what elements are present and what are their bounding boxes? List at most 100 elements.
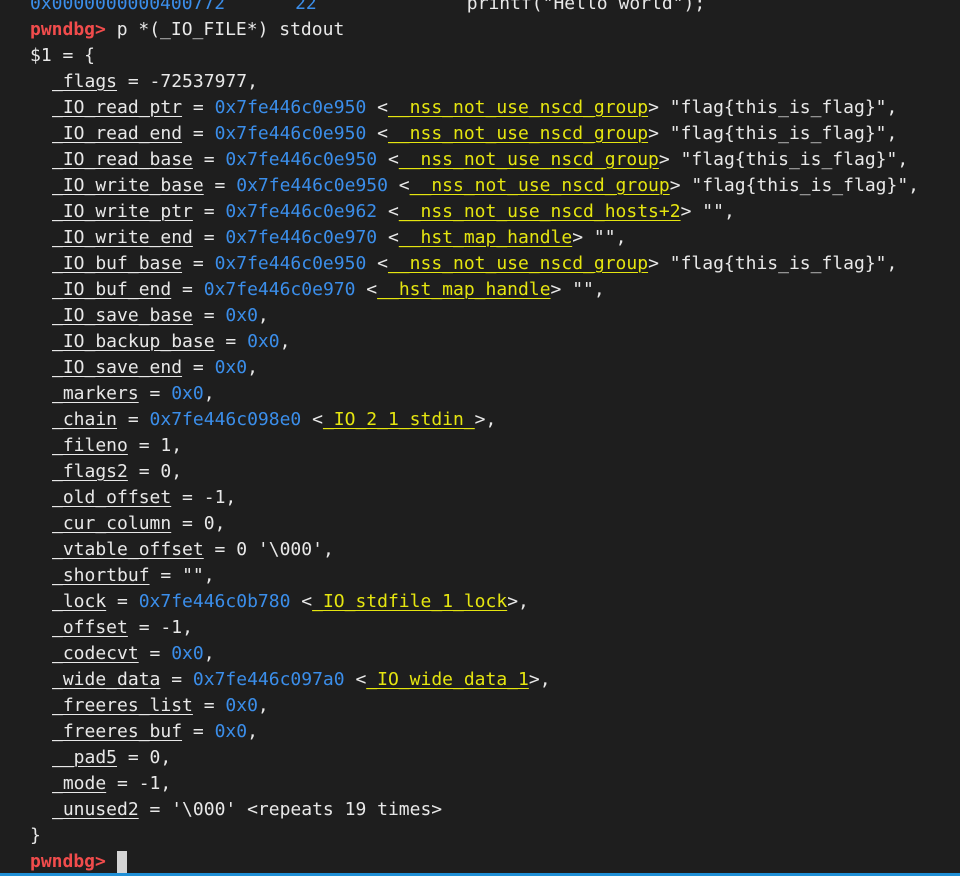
prompt-line[interactable]: pwndbg> <box>0 849 960 875</box>
field-name: _IO_buf_base <box>52 253 183 274</box>
field-value: -1 <box>160 617 183 638</box>
field-string: "flag{this_is_flag}" <box>669 123 887 144</box>
struct-field-line: _mode = -1, <box>52 773 172 794</box>
field-name: _IO_save_end <box>52 357 183 378</box>
command-line: pwndbg> p *(_IO_FILE*) stdout <box>0 17 960 43</box>
result-open-text: $1 = { <box>30 45 96 66</box>
struct-field-line: _IO_write_base = 0x7fe446c0e950 <__nss_n… <box>52 175 920 196</box>
field-name: _IO_write_ptr <box>52 201 193 222</box>
field-address: 0x7fe446c0e950 <box>214 123 367 144</box>
field-symbol: __nss_not_use_nscd_group <box>387 123 649 144</box>
field-address: 0x0 <box>225 305 258 326</box>
field-name: _lock <box>52 591 107 612</box>
struct-field-line: _IO_buf_base = 0x7fe446c0e950 <__nss_not… <box>52 253 898 274</box>
field-address: 0x0 <box>171 643 204 664</box>
field-address: 0x7fe446c0e950 <box>214 97 367 118</box>
field-address: 0x7fe446c097a0 <box>192 669 345 690</box>
struct-field-line: _wide_data = 0x7fe446c097a0 <_IO_wide_da… <box>52 669 551 690</box>
source-context-line: 0x0000000000400772 22 printf("Hello world"… <box>0 0 960 17</box>
terminal-output: 0x0000000000400772 22 printf("Hello world"… <box>0 0 960 875</box>
field-value: '\000' <repeats 19 times> <box>171 799 443 820</box>
field-address: 0x7fe446c0e950 <box>225 149 378 170</box>
field-name: _markers <box>52 383 139 404</box>
struct-field-line: _flags = -72537977, <box>52 71 258 92</box>
struct-field-line: _IO_backup_base = 0x0, <box>52 331 291 352</box>
gdb-prompt-final: pwndbg> <box>30 851 106 872</box>
field-address: 0x7fe446c0e970 <box>225 227 378 248</box>
field-name: _IO_save_base <box>52 305 193 326</box>
field-address: 0x7fe446c098e0 <box>149 409 302 430</box>
struct-field-line: _lock = 0x7fe446c0b780 <_IO_stdfile_1_lo… <box>52 591 529 612</box>
struct-field-line: _freeres_buf = 0x0, <box>52 721 258 742</box>
field-address: 0x0 <box>225 695 258 716</box>
field-value: 0 <box>203 513 215 534</box>
struct-field-line: _IO_read_base = 0x7fe446c0e950 <__nss_no… <box>52 149 909 170</box>
field-address: 0x7fe446c0e962 <box>225 201 378 222</box>
field-name: _IO_write_base <box>52 175 204 196</box>
result-close: } <box>0 823 960 849</box>
field-symbol: __hst_map_handle <box>377 279 551 300</box>
field-address: 0x7fe446c0e950 <box>236 175 388 196</box>
struct-field-line: _codecvt = 0x0, <box>52 643 215 664</box>
field-string: "flag{this_is_flag}" <box>691 175 909 196</box>
field-address: 0x7fe446c0e970 <box>203 279 356 300</box>
struct-field-line: _chain = 0x7fe446c098e0 <_IO_2_1_stdin_>… <box>52 409 497 430</box>
field-address: 0x0 <box>214 721 248 742</box>
field-name: _IO_read_end <box>52 123 183 144</box>
field-name: _old_offset <box>52 487 172 508</box>
field-name: _IO_read_base <box>52 149 193 170</box>
field-name: _codecvt <box>52 643 139 664</box>
field-name: _flags2 <box>52 461 128 482</box>
field-symbol: __hst_map_handle <box>398 227 573 248</box>
field-name: _IO_buf_end <box>52 279 172 300</box>
struct-field-line: _fileno = 1, <box>52 435 183 456</box>
field-value: 0 '\000' <box>236 539 323 560</box>
struct-fields: _flags = -72537977, _IO_read_ptr = 0x7fe4… <box>0 69 960 823</box>
command-text: p *(_IO_FILE*) stdout <box>116 19 345 40</box>
field-address: 0x7fe446c0b780 <box>138 591 291 612</box>
field-name: _IO_backup_base <box>52 331 215 352</box>
struct-field-line: _IO_buf_end = 0x7fe446c0e970 <__hst_map_… <box>52 279 605 300</box>
field-name: _freeres_list <box>52 695 193 716</box>
field-name: _cur_column <box>52 513 172 534</box>
field-name: __pad5 <box>52 747 118 768</box>
field-name: _IO_write_end <box>52 227 193 248</box>
field-value: -1 <box>138 773 161 794</box>
field-name: _vtable_offset <box>52 539 204 560</box>
field-symbol: __nss_not_use_nscd_hosts+2 <box>398 201 681 222</box>
gdb-prompt: pwndbg> <box>30 19 106 40</box>
field-value: -72537977 <box>149 71 248 92</box>
field-string: "flag{this_is_flag}" <box>669 97 887 118</box>
struct-field-line: _flags2 = 0, <box>52 461 183 482</box>
field-symbol: __nss_not_use_nscd_group <box>409 175 670 196</box>
field-value: 0 <box>160 461 172 482</box>
field-name: _freeres_buf <box>52 721 183 742</box>
field-name: _mode <box>52 773 107 794</box>
field-address: 0x0 <box>171 383 204 404</box>
field-address: 0x0 <box>214 357 248 378</box>
struct-field-line: _IO_write_end = 0x7fe446c0e970 <__hst_ma… <box>52 227 627 248</box>
field-value: 1 <box>160 435 172 456</box>
field-symbol: _IO_2_1_stdin_ <box>322 409 475 430</box>
field-symbol: __nss_not_use_nscd_group <box>387 97 649 118</box>
struct-field-line: _freeres_list = 0x0, <box>52 695 269 716</box>
field-address: 0x0 <box>247 331 280 352</box>
struct-field-line: _markers = 0x0, <box>52 383 215 404</box>
result-open: $1 = { <box>0 43 960 69</box>
field-name: _offset <box>52 617 128 638</box>
field-string: "flag{this_is_flag}" <box>669 253 887 274</box>
field-value: "" <box>182 565 204 586</box>
field-address: 0x7fe446c0e950 <box>214 253 367 274</box>
field-name: _unused2 <box>52 799 139 820</box>
struct-field-line: _shortbuf = "", <box>52 565 215 586</box>
field-name: _shortbuf <box>52 565 150 586</box>
field-symbol: _IO_wide_data_1 <box>366 669 529 690</box>
field-string: "flag{this_is_flag}" <box>680 149 898 170</box>
field-name: _IO_read_ptr <box>52 97 183 118</box>
struct-field-line: _IO_save_end = 0x0, <box>52 357 258 378</box>
field-string: "" <box>572 279 594 300</box>
source-code: printf("Hello world"); <box>466 0 706 14</box>
field-string: "" <box>702 201 724 222</box>
struct-field-line: _unused2 = '\000' <repeats 19 times> <box>52 799 443 820</box>
field-symbol: __nss_not_use_nscd_group <box>387 253 649 274</box>
